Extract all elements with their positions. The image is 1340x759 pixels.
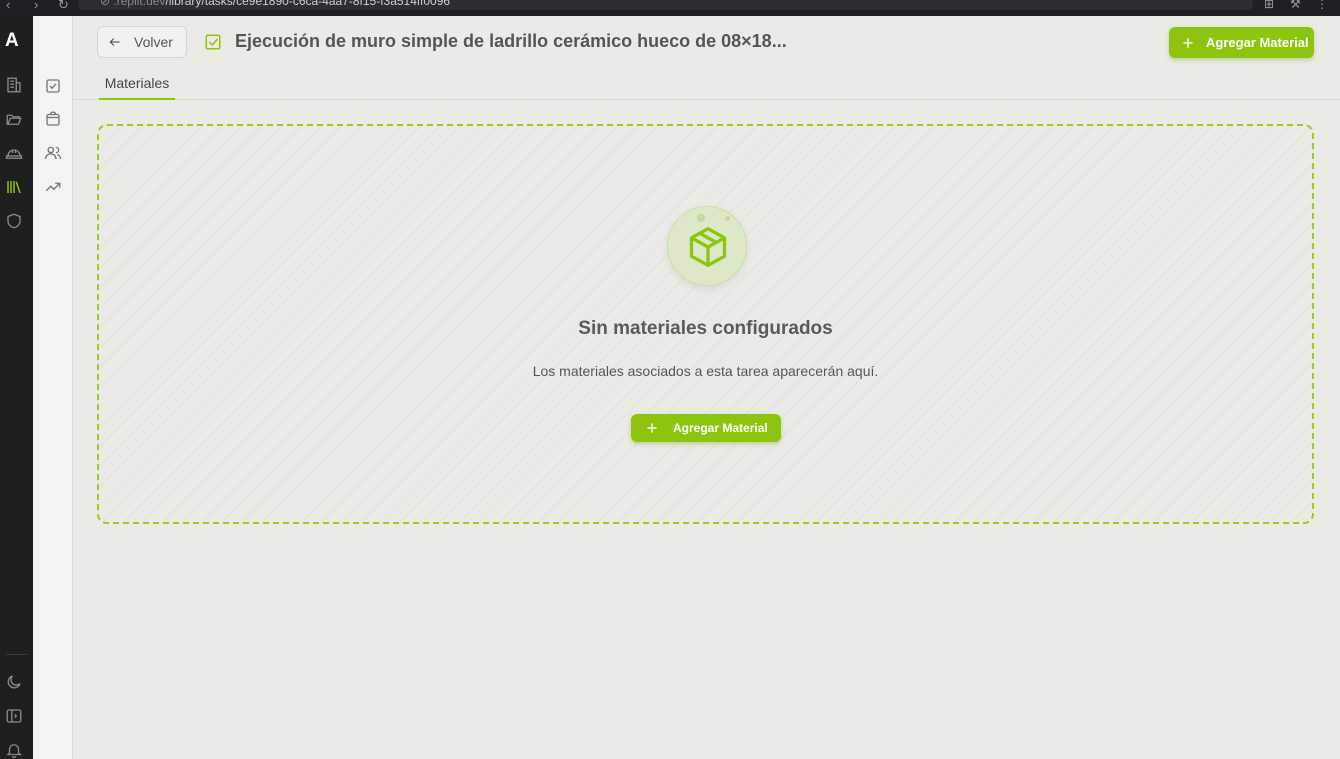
box-icon bbox=[689, 227, 727, 267]
bell-icon[interactable] bbox=[5, 741, 23, 759]
address-bar[interactable]: ⊘ .replit.dev/library/tasks/ce9e1890-c6c… bbox=[78, 0, 1253, 10]
empty-state-illustration bbox=[667, 206, 747, 286]
menu-icon[interactable]: ⋮ bbox=[1316, 0, 1328, 11]
empty-state-subtitle: Los materiales asociados a esta tarea ap… bbox=[532, 363, 879, 379]
add-material-empty-button[interactable]: Agregar Material bbox=[631, 414, 781, 442]
url-path: /library/tasks/ce9e1890-c6ca-4aa7-8f15-f… bbox=[165, 0, 451, 8]
sidebar-toggle-icon[interactable] bbox=[5, 707, 23, 725]
back-button[interactable]: Volver bbox=[97, 26, 187, 58]
task-check-icon[interactable] bbox=[44, 77, 62, 95]
trending-up-icon[interactable] bbox=[44, 178, 62, 196]
url-host: ⊘ .replit.dev bbox=[100, 0, 166, 8]
building-icon[interactable] bbox=[5, 76, 23, 94]
secondary-sidebar bbox=[33, 16, 73, 759]
shield-icon[interactable] bbox=[5, 212, 23, 230]
back-button-label: Volver bbox=[134, 34, 173, 50]
empty-state-panel: Sin materiales configurados Los material… bbox=[97, 124, 1314, 524]
decor-dot bbox=[725, 216, 730, 221]
reload-icon[interactable]: ↻ bbox=[58, 0, 69, 13]
add-material-button[interactable]: Agregar Material bbox=[1169, 27, 1314, 58]
arrow-left-icon bbox=[109, 38, 120, 46]
tools-icon[interactable]: ⚒ bbox=[1290, 0, 1301, 11]
extension-icon[interactable]: ⊞ bbox=[1264, 0, 1274, 11]
plus-icon bbox=[1183, 37, 1193, 48]
rail-divider bbox=[6, 654, 28, 655]
package-icon[interactable] bbox=[44, 110, 62, 128]
app-logo[interactable]: A bbox=[5, 30, 19, 52]
back-arrow-icon[interactable]: ‹ bbox=[6, 0, 10, 12]
add-material-label: Agregar Material bbox=[1206, 35, 1309, 50]
page-title: Ejecución de muro simple de ladrillo cer… bbox=[235, 31, 787, 51]
empty-state-title: Sin materiales configurados bbox=[578, 318, 833, 339]
tab-materiales[interactable]: Materiales bbox=[99, 75, 175, 100]
moon-icon[interactable] bbox=[5, 673, 23, 691]
plus-icon bbox=[647, 423, 657, 433]
users-icon[interactable] bbox=[44, 144, 62, 162]
folder-open-icon[interactable] bbox=[5, 110, 23, 128]
forward-arrow-icon[interactable]: › bbox=[34, 0, 38, 12]
primary-sidebar: A bbox=[0, 16, 33, 759]
page-header: Volver Ejecución de muro simple de ladri… bbox=[73, 16, 1340, 100]
hard-hat-icon[interactable] bbox=[5, 144, 23, 162]
library-icon[interactable] bbox=[5, 178, 23, 196]
add-material-empty-label: Agregar Material bbox=[673, 421, 768, 435]
decor-dot bbox=[697, 214, 705, 222]
task-status-icon bbox=[205, 34, 221, 50]
browser-bar: ‹ › ↻ ⊘ .replit.dev/library/tasks/ce9e18… bbox=[0, 0, 1340, 16]
